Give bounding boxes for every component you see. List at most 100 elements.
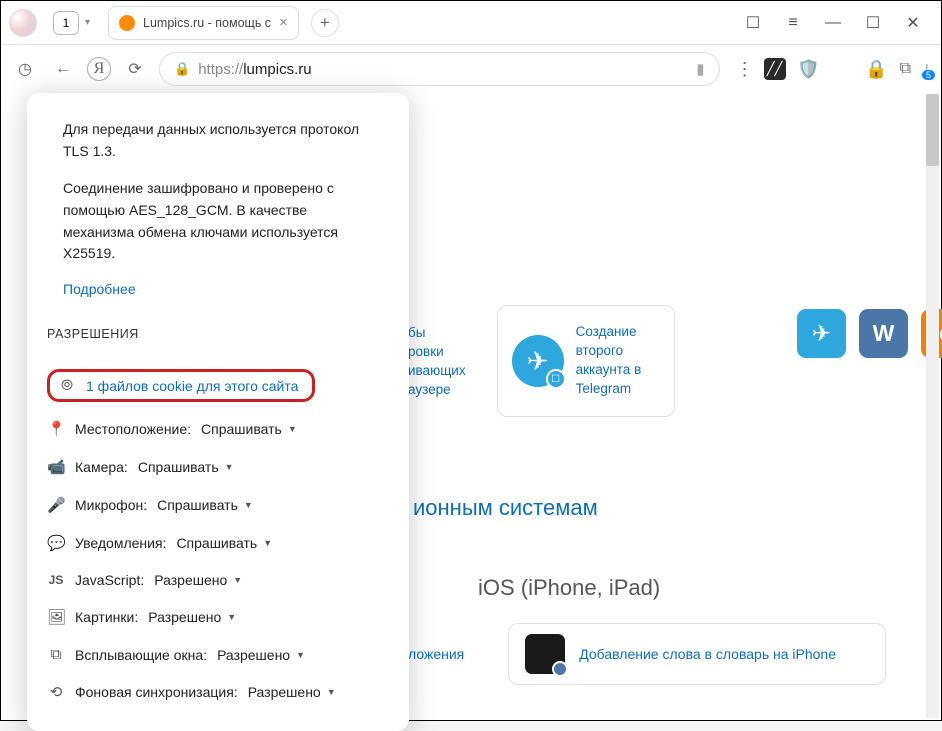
perm-location[interactable]: 📍 Местоположение: Спрашивать ▼ xyxy=(47,410,377,448)
image-icon: 🖼 xyxy=(47,608,65,626)
microphone-icon: 🎤 xyxy=(47,496,65,514)
perm-javascript[interactable]: JS JavaScript: Разрешено ▼ xyxy=(47,562,377,598)
url-input[interactable]: 🔒 https://lumpics.ru ▮ xyxy=(159,52,720,86)
perm-label: JavaScript: xyxy=(75,572,144,588)
popup-icon: ⧉ xyxy=(47,646,65,663)
cookie-row: ⦾ 1 файлов cookie для этого сайта xyxy=(47,361,377,410)
new-tab-button[interactable]: + xyxy=(311,9,339,37)
extension-security-icon[interactable]: 🔒 xyxy=(866,58,888,80)
chevron-down-icon: ▼ xyxy=(227,612,236,622)
maximize-icon[interactable]: ☐ xyxy=(853,3,893,43)
perm-value: Разрешено xyxy=(148,609,221,625)
address-bar: ◷ ← Я ⟳ 🔒 https://lumpics.ru ▮ ⋮ ╱╱ 🛡️ 🛡… xyxy=(1,45,941,93)
window-titlebar: 1 ▾ Lumpics.ru - помощь с × + ☐ ≡ ― ☐ ✕ xyxy=(1,1,941,45)
bookmarks-icon[interactable]: ☐ xyxy=(733,3,773,43)
chevron-down-icon: ▼ xyxy=(327,687,336,697)
perm-value: Спрашивать xyxy=(157,497,238,513)
url-domain: lumpics.ru xyxy=(243,61,311,78)
extension-noscript-icon[interactable]: ╱╱ xyxy=(764,58,786,80)
perm-value: Спрашивать xyxy=(201,421,282,437)
history-icon[interactable]: ◷ xyxy=(11,55,39,83)
menu-icon[interactable]: ≡ xyxy=(773,3,813,43)
perm-notifications[interactable]: 💬 Уведомления: Спрашивать ▼ xyxy=(47,524,377,562)
chevron-down-icon: ▼ xyxy=(296,650,305,660)
camera-icon: 📹 xyxy=(47,458,65,476)
profile-avatar[interactable] xyxy=(9,9,37,37)
perm-value: Разрешено xyxy=(248,684,321,700)
perm-value: Разрешено xyxy=(154,572,227,588)
social-telegram[interactable]: ✈ xyxy=(797,309,846,358)
window-close-icon[interactable]: ✕ xyxy=(893,3,933,43)
permissions-heading: РАЗРЕШЕНИЯ xyxy=(47,327,377,341)
perm-label: Камера: xyxy=(75,459,128,475)
social-row: ✈ W ǒ xyxy=(797,93,942,358)
perm-camera[interactable]: 📹 Камера: Спрашивать ▼ xyxy=(47,448,377,486)
tab-count-value: 1 xyxy=(63,16,70,30)
chevron-down-icon[interactable]: ▾ xyxy=(85,17,90,28)
telegram-card-text: Создание второго аккаунта в Telegram xyxy=(576,323,642,399)
scrollbar-thumb[interactable] xyxy=(926,94,939,166)
perm-value: Спрашивать xyxy=(138,459,219,475)
chevron-down-icon: ▼ xyxy=(244,500,253,510)
perm-images[interactable]: 🖼 Картинки: Разрешено ▼ xyxy=(47,598,377,636)
more-info-link[interactable]: Подробнее xyxy=(63,281,377,297)
reload-button[interactable]: ⟳ xyxy=(121,55,149,83)
location-pin-icon: 📍 xyxy=(47,420,65,438)
site-info-dropdown: Для передачи данных используется протоко… xyxy=(27,93,409,731)
extension-adguard-icon[interactable]: 🛡 xyxy=(832,58,854,80)
ios-article-card[interactable]: Добавление слова в словарь на iPhone xyxy=(508,623,886,685)
telegram-icon: ✈☐ xyxy=(512,335,564,387)
chevron-down-icon: ▼ xyxy=(263,538,272,548)
perm-label: Местоположение: xyxy=(75,421,191,437)
ios-article-link[interactable]: Добавление слова в словарь на iPhone xyxy=(579,646,836,662)
downloads-icon[interactable]: ↓5 xyxy=(923,60,931,78)
perm-microphone[interactable]: 🎤 Микрофон: Спрашивать ▼ xyxy=(47,486,377,524)
card-partial-text: бы ровки ивающих аузере xyxy=(408,305,486,417)
social-row-wrapper: ✈ W ǒ xyxy=(737,93,942,358)
lock-icon[interactable]: 🔒 xyxy=(174,61,190,77)
tab-title: Lumpics.ru - помощь с xyxy=(143,16,271,30)
close-icon[interactable]: × xyxy=(279,14,288,31)
chevron-down-icon: ▼ xyxy=(225,462,234,472)
javascript-icon: JS xyxy=(47,573,65,587)
downloads-badge: 5 xyxy=(922,70,935,80)
ios-partial-text: ложения xyxy=(408,646,484,662)
perm-label: Уведомления: xyxy=(75,535,166,551)
cookie-icon: ⦾ xyxy=(58,377,76,394)
iphone-sub-icon xyxy=(552,661,568,677)
cookie-link[interactable]: 1 файлов cookie для этого сайта xyxy=(86,378,298,394)
perm-value: Разрешено xyxy=(217,647,290,663)
iphone-icon xyxy=(525,634,565,674)
yandex-icon[interactable]: Я xyxy=(87,57,111,81)
perm-background-sync[interactable]: ⟲ Фоновая синхронизация: Разрешено ▼ xyxy=(47,673,377,711)
perm-label: Картинки: xyxy=(75,609,138,625)
tls-info-text: Для передачи данных используется протоко… xyxy=(63,119,377,162)
url-text: https://lumpics.ru xyxy=(198,61,311,78)
minimize-icon[interactable]: ― xyxy=(813,3,853,43)
perm-value: Спрашивать xyxy=(176,535,257,551)
browser-tab[interactable]: Lumpics.ru - помощь с × xyxy=(108,6,299,40)
tab-count-button[interactable]: 1 xyxy=(53,11,79,35)
telegram-sub-icon: ☐ xyxy=(546,369,566,389)
perm-label: Фоновая синхронизация: xyxy=(75,684,238,700)
extensions-row: ⋮ ╱╱ 🛡️ 🛡 🔒 ⧉ ↓5 xyxy=(736,58,931,80)
bell-icon: 💬 xyxy=(47,534,65,552)
social-vk[interactable]: W xyxy=(859,309,908,358)
perm-popups[interactable]: ⧉ Всплывающие окна: Разрешено ▼ xyxy=(47,636,377,673)
telegram-card[interactable]: ✈☐ Создание второго аккаунта в Telegram xyxy=(497,305,675,417)
bookmark-star-icon[interactable]: ▮ xyxy=(696,60,704,78)
cipher-info-text: Соединение зашифровано и проверено с пом… xyxy=(63,178,377,265)
chevron-down-icon: ▼ xyxy=(288,424,297,434)
overflow-icon[interactable]: ⧉ xyxy=(900,60,911,78)
url-scheme: https:// xyxy=(198,61,243,78)
cookie-highlight: ⦾ 1 файлов cookie для этого сайта xyxy=(47,369,315,402)
chevron-down-icon: ▼ xyxy=(233,575,242,585)
perm-label: Микрофон: xyxy=(75,497,147,513)
more-icon[interactable]: ⋮ xyxy=(736,59,752,80)
site-favicon xyxy=(119,15,135,31)
scrollbar[interactable] xyxy=(926,94,939,718)
back-button[interactable]: ← xyxy=(49,55,77,83)
perm-label: Всплывающие окна: xyxy=(75,647,207,663)
sync-icon: ⟲ xyxy=(47,683,65,701)
extension-ublock-icon[interactable]: 🛡️ xyxy=(798,58,820,80)
